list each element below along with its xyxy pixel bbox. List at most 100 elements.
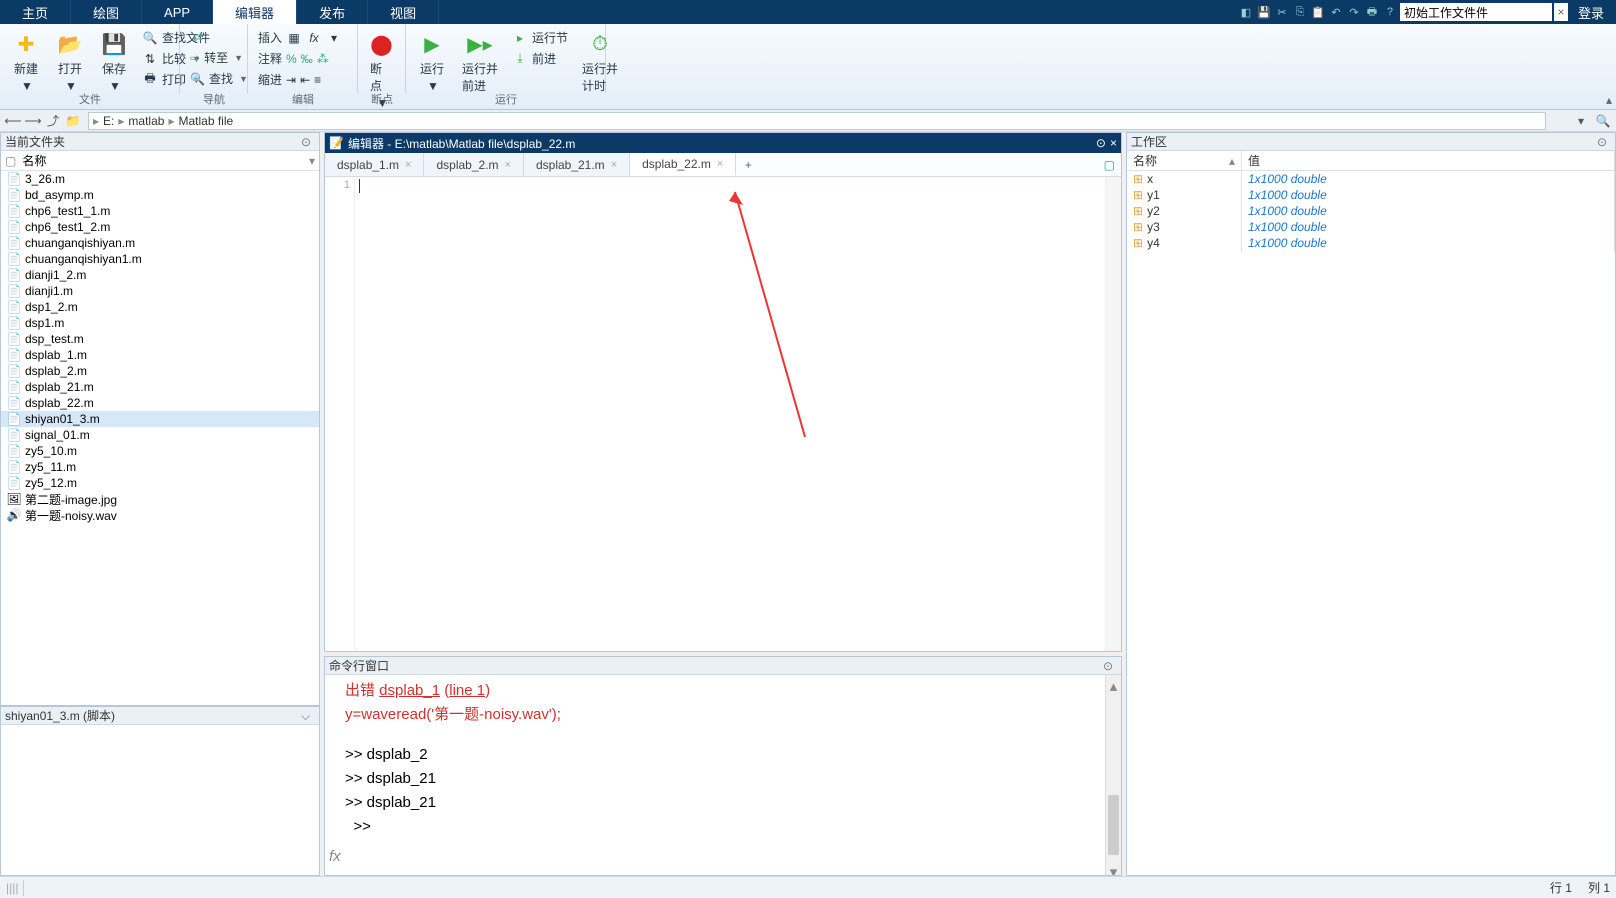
file-item[interactable]: 📄dsplab_21.m <box>1 379 319 395</box>
close-icon[interactable]: × <box>717 158 723 170</box>
command-window[interactable]: 出错 dsplab_1 (line 1) y=waveread('第一题-noi… <box>325 675 1121 875</box>
run-button[interactable]: ▶运行▼ <box>412 28 452 96</box>
file-item[interactable]: 📄dsp1_2.m <box>1 299 319 315</box>
print-icon[interactable]: 🖶 <box>1364 4 1380 20</box>
workspace-variable[interactable]: ⊞ y41x1000 double <box>1127 235 1615 251</box>
file-item[interactable]: 📄dsplab_2.m <box>1 363 319 379</box>
editor-close-icon[interactable]: × <box>1110 136 1117 150</box>
help-icon[interactable]: ? <box>1382 4 1398 20</box>
file-type-icon: 📄 <box>7 252 21 266</box>
cmd-scrollbar[interactable]: ▴ ▾ <box>1105 675 1121 875</box>
close-icon[interactable]: × <box>405 159 411 171</box>
file-item[interactable]: 📄chp6_test1_1.m <box>1 203 319 219</box>
editor-tab-4[interactable]: dsplab_22.m× <box>630 153 736 176</box>
search-input[interactable] <box>1400 3 1552 21</box>
file-item[interactable]: 📄zy5_12.m <box>1 475 319 491</box>
copy-icon[interactable]: ⎘ <box>1292 4 1308 20</box>
find-button[interactable]: 🔍查找▼ <box>186 69 241 88</box>
save-menu-button[interactable]: 💾保存▼ <box>94 28 134 95</box>
tab-editor[interactable]: 编辑器 <box>213 0 297 24</box>
file-type-icon: 📄 <box>7 172 21 186</box>
file-item[interactable]: 📄dsplab_22.m <box>1 395 319 411</box>
panel-menu-icon[interactable]: ⊙ <box>301 135 315 149</box>
file-item[interactable]: 📄dsplab_1.m <box>1 347 319 363</box>
file-item[interactable]: 📄bd_asymp.m <box>1 187 319 203</box>
file-list[interactable]: 📄3_26.m📄bd_asymp.m📄chp6_test1_1.m📄chp6_t… <box>1 171 319 705</box>
script-collapse-icon[interactable]: ⌵ <box>301 709 315 723</box>
editor-menu-icon[interactable]: ⊙ <box>1096 136 1106 150</box>
up-icon[interactable]: ⤴ <box>44 112 62 130</box>
undo-icon[interactable]: ↶ <box>1328 4 1344 20</box>
file-item[interactable]: 📄chuanganqishiyan.m <box>1 235 319 251</box>
minimize-ribbon-icon[interactable]: ▴ <box>1606 93 1612 107</box>
folder-icon[interactable]: 📁 <box>64 112 82 130</box>
workspace-variable[interactable]: ⊞ y31x1000 double <box>1127 219 1615 235</box>
error-file-link[interactable]: dsplab_1 <box>379 682 440 699</box>
ws-menu-icon[interactable]: ⊙ <box>1597 135 1611 149</box>
file-item[interactable]: 📄signal_01.m <box>1 427 319 443</box>
fx-icon[interactable]: fx <box>329 845 341 869</box>
path-drive[interactable]: E: <box>103 114 114 128</box>
file-list-header[interactable]: ▢名称▾ <box>1 151 319 171</box>
error-line-link[interactable]: line 1 <box>449 682 485 699</box>
file-item[interactable]: 📄dianji1_2.m <box>1 267 319 283</box>
save-icon[interactable]: 💾 <box>1256 4 1272 20</box>
file-item[interactable]: 🖼第二题-image.jpg <box>1 491 319 507</box>
path-seg-1[interactable]: matlab <box>128 114 164 128</box>
code-analyzer-icon[interactable]: ▢ <box>1104 158 1115 172</box>
file-item[interactable]: 📄zy5_11.m <box>1 459 319 475</box>
code-area[interactable] <box>355 177 1105 651</box>
close-icon[interactable]: × <box>611 159 617 171</box>
file-item[interactable]: 🔊第一题-noisy.wav <box>1 507 319 523</box>
workspace-list[interactable]: ⊞ x1x1000 double⊞ y11x1000 double⊞ y21x1… <box>1127 171 1615 875</box>
workspace-header[interactable]: 名称▴ 值 <box>1127 151 1615 171</box>
workspace-variable[interactable]: ⊞ y21x1000 double <box>1127 203 1615 219</box>
back-icon[interactable]: ⟵ <box>4 112 22 130</box>
cmd-menu-icon[interactable]: ⊙ <box>1103 659 1117 673</box>
file-item[interactable]: 📄dianji1.m <box>1 283 319 299</box>
right-column: 工作区 ⊙ 名称▴ 值 ⊞ x1x1000 double⊞ y11x1000 d… <box>1126 132 1616 876</box>
scroll-marker[interactable] <box>1105 177 1121 651</box>
address-path[interactable]: ▸ E:▸ matlab▸ Matlab file <box>88 112 1546 130</box>
tab-publish[interactable]: 发布 <box>297 0 368 24</box>
search-clear-icon[interactable]: × <box>1554 3 1568 21</box>
goto-button[interactable]: ⇄ <box>186 28 241 46</box>
new-button[interactable]: ✚新建▼ <box>6 28 46 95</box>
run-section-button[interactable]: ▸运行节 <box>508 28 572 47</box>
file-item[interactable]: 📄chuanganqishiyan1.m <box>1 251 319 267</box>
indent-button[interactable]: 缩进 ⇥ ⇤ ≡ <box>254 70 351 89</box>
path-search-icon[interactable]: 🔍 <box>1594 112 1612 130</box>
tab-app[interactable]: APP <box>142 0 213 24</box>
workspace-variable[interactable]: ⊞ y11x1000 double <box>1127 187 1615 203</box>
tab-plots[interactable]: 绘图 <box>71 0 142 24</box>
file-item[interactable]: 📄dsp1.m <box>1 315 319 331</box>
run-advance-button[interactable]: ▶▸运行并 前进 <box>456 28 504 96</box>
editor-tab-2[interactable]: dsplab_2.m× <box>424 153 523 176</box>
path-seg-2[interactable]: Matlab file <box>178 114 233 128</box>
new-tab-button[interactable]: + <box>736 153 760 176</box>
forward-icon[interactable]: ⟶ <box>24 112 42 130</box>
insert-button[interactable]: 插入 ▦fx▾ <box>254 28 351 47</box>
paste-icon[interactable]: 📋 <box>1310 4 1326 20</box>
comment-button[interactable]: 注释 % ‰ ⁂ <box>254 49 351 68</box>
goto-menu[interactable]: ⇨转至▼ <box>186 48 241 67</box>
workspace-variable[interactable]: ⊞ x1x1000 double <box>1127 171 1615 187</box>
run-time-button[interactable]: ⏱运行并 计时 <box>576 28 624 96</box>
file-item[interactable]: 📄3_26.m <box>1 171 319 187</box>
redo-icon[interactable]: ↷ <box>1346 4 1362 20</box>
file-item[interactable]: 📄dsp_test.m <box>1 331 319 347</box>
login-button[interactable]: 登录 <box>1570 3 1612 22</box>
file-item[interactable]: 📄zy5_10.m <box>1 443 319 459</box>
file-item[interactable]: 📄chp6_test1_2.m <box>1 219 319 235</box>
advance-button[interactable]: ⤓前进 <box>508 49 572 68</box>
cut-icon[interactable]: ✂ <box>1274 4 1290 20</box>
open-button[interactable]: 📂打开▼ <box>50 28 90 95</box>
tab-view[interactable]: 视图 <box>368 0 439 24</box>
editor-tab-3[interactable]: dsplab_21.m× <box>524 153 630 176</box>
close-icon[interactable]: × <box>505 159 511 171</box>
tab-home[interactable]: 主页 <box>0 0 71 24</box>
file-item[interactable]: 📄shiyan01_3.m <box>1 411 319 427</box>
editor-tab-1[interactable]: dsplab_1.m× <box>325 153 424 176</box>
path-dropdown-icon[interactable]: ▾ <box>1572 112 1590 130</box>
qat-icon[interactable]: ◧ <box>1238 4 1254 20</box>
